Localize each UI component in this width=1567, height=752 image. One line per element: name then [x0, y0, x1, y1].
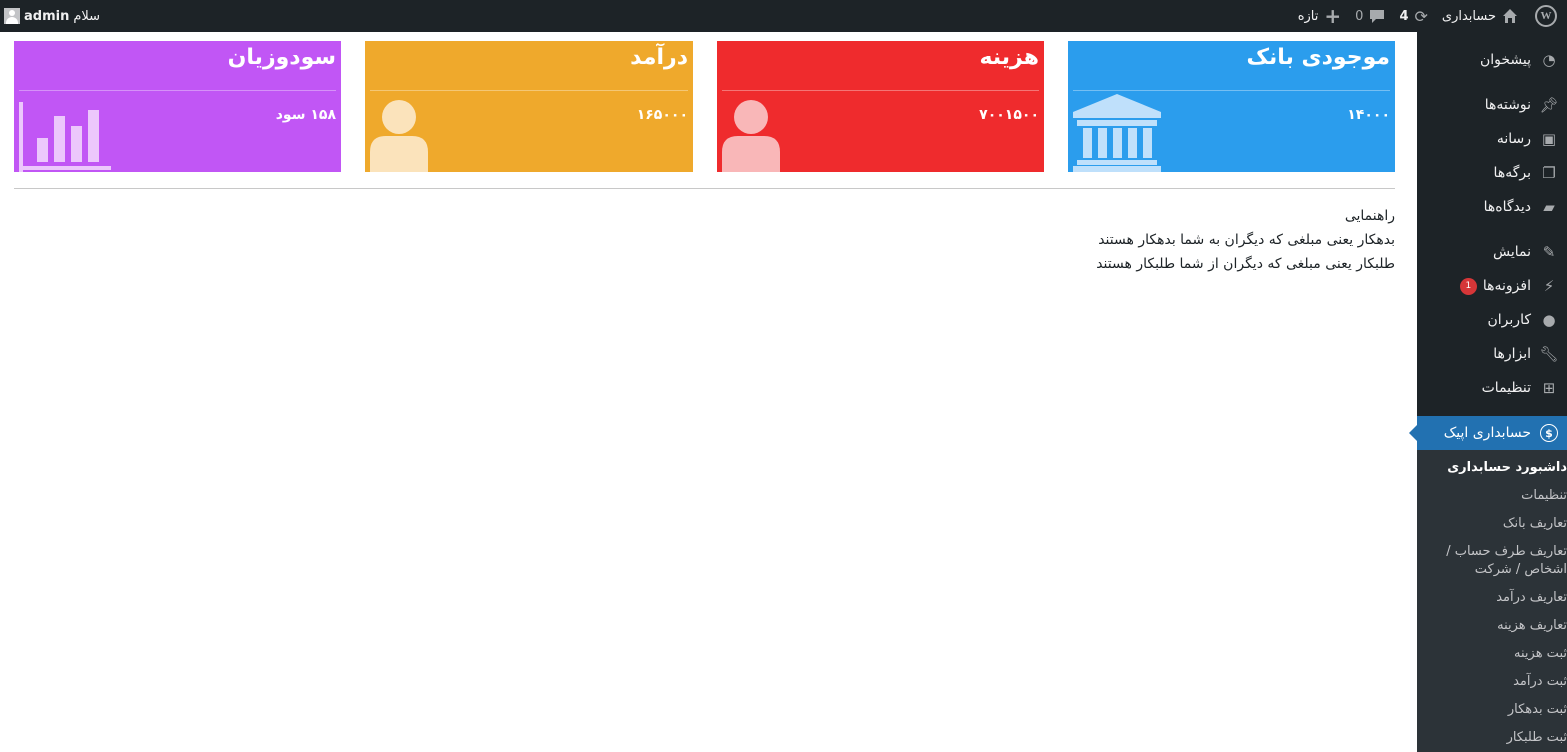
menu-dashboard[interactable]: ◔ پیشخوان: [1417, 43, 1567, 77]
menu-tools[interactable]: 🔧︎ ابزارها: [1417, 337, 1567, 371]
card-title: سودوزیان: [227, 45, 336, 70]
home-icon: [1503, 9, 1517, 23]
bar-chart-icon: [19, 102, 111, 172]
user-icon: [370, 100, 428, 172]
users-icon: ●: [1542, 311, 1556, 329]
media-icon: ▣: [1541, 130, 1557, 148]
content-divider: [14, 188, 1395, 189]
submenu-settings[interactable]: تنظیمات: [1417, 482, 1567, 510]
admin-bar-right: W حسابداری ⟳ 4 0 + تازه: [1291, 0, 1567, 32]
updates-link[interactable]: ⟳ 4: [1392, 0, 1434, 32]
guide-section: راهنمایی بدهکار یعنی مبلغی که دیگران به …: [495, 204, 1395, 276]
guide-creditor-text: طلبکار یعنی مبلغی که دیگران از شما طلبکا…: [1096, 256, 1395, 272]
updates-count: 4: [1399, 8, 1409, 24]
submenu-party-definitions[interactable]: تعاریف طرف حساب / اشخاص / شرکت: [1417, 538, 1567, 584]
comments-icon: ▰: [1543, 198, 1555, 216]
submenu-bank-definitions[interactable]: تعاریف بانک: [1417, 510, 1567, 538]
wp-logo-menu[interactable]: W: [1525, 0, 1567, 32]
card-divider: [722, 90, 1039, 91]
menu-label: دیدگاه‌ها: [1483, 199, 1531, 215]
menu-label: برگه‌ها: [1493, 165, 1531, 181]
guide-heading: راهنمایی: [1344, 208, 1395, 224]
submenu-expense-definitions[interactable]: تعاریف هزینه: [1417, 612, 1567, 640]
card-value: ۱۴۰۰۰: [1347, 107, 1390, 123]
menu-plugins[interactable]: ⚡︎ افزونه‌ها 1: [1417, 269, 1567, 303]
tools-icon: 🔧︎: [1539, 345, 1559, 363]
pages-icon: ❐: [1542, 164, 1556, 182]
submenu-record-creditor[interactable]: ثبت طلبکار: [1417, 724, 1567, 752]
comments-count: 0: [1355, 8, 1364, 24]
income-card: درآمد ۱۶۵۰۰۰: [365, 41, 693, 172]
comments-link[interactable]: 0: [1348, 0, 1392, 32]
menu-pages[interactable]: ❐ برگه‌ها: [1417, 156, 1567, 190]
plugins-icon: ⚡︎: [1543, 277, 1555, 295]
menu-media[interactable]: ▣ رسانه: [1417, 122, 1567, 156]
menu-label: کاربران: [1487, 312, 1531, 328]
card-title: هزینه: [979, 45, 1039, 70]
pin-icon: 📌︎: [1539, 96, 1559, 114]
menu-comments[interactable]: ▰ دیدگاه‌ها: [1417, 190, 1567, 224]
my-account-menu[interactable]: سلام admin: [0, 0, 100, 32]
menu-label: نوشته‌ها: [1484, 97, 1531, 113]
site-name: حسابداری: [1441, 8, 1496, 24]
card-divider: [1073, 90, 1390, 91]
submenu-accounting-dashboard[interactable]: داشبورد حسابداری: [1417, 454, 1567, 482]
menu-appearance[interactable]: ✎ نمایش: [1417, 235, 1567, 269]
wordpress-icon: W: [1535, 5, 1557, 27]
card-value: ۷۰۰۱۵۰۰: [979, 107, 1039, 123]
card-value: ۱۶۵۰۰۰: [636, 107, 688, 123]
username: admin: [24, 8, 70, 24]
menu-label: حسابداری اپیک: [1443, 425, 1531, 441]
card-value: ۱۵۸ سود: [275, 107, 336, 123]
dashboard-icon: ◔: [1542, 51, 1556, 69]
updates-icon: ⟳: [1414, 6, 1428, 26]
accounting-submenu: داشبورد حسابداری تنظیمات تعاریف بانک تعا…: [1417, 450, 1567, 752]
menu-epic-accounting[interactable]: $ حسابداری اپیک: [1409, 416, 1567, 450]
submenu-income-definitions[interactable]: تعاریف درآمد: [1417, 584, 1567, 612]
appearance-icon: ✎: [1542, 243, 1556, 261]
menu-label: افزونه‌ها: [1482, 278, 1531, 294]
card-title: درآمد: [630, 45, 688, 70]
bank-balance-card: موجودی بانک ۱۴۰۰۰: [1068, 41, 1395, 172]
admin-bar: W حسابداری ⟳ 4 0 + تازه سلام admin: [0, 0, 1567, 32]
guide-debtor-text: بدهکار یعنی مبلغی که دیگران به شما بدهکا…: [1098, 232, 1395, 248]
settings-icon: ⊞: [1542, 379, 1556, 397]
submenu-record-expense[interactable]: ثبت هزینه: [1417, 640, 1567, 668]
admin-sidebar: ◔ پیشخوان 📌︎ نوشته‌ها ▣ رسانه ❐ برگه‌ها …: [1409, 32, 1567, 752]
new-label: تازه: [1297, 8, 1319, 24]
bank-icon: [1073, 94, 1161, 172]
menu-label: پیشخوان: [1479, 52, 1531, 68]
submenu-record-debtor[interactable]: ثبت بدهکار: [1417, 696, 1567, 724]
plugins-update-badge: 1: [1459, 277, 1477, 295]
menu-users[interactable]: ● کاربران: [1417, 303, 1567, 337]
menu-label: رسانه: [1496, 131, 1531, 147]
card-divider: [19, 90, 336, 91]
menu-settings[interactable]: ⊞ تنظیمات: [1417, 371, 1567, 405]
user-icon: [722, 100, 780, 172]
greeting-text: سلام: [73, 8, 101, 24]
new-content-link[interactable]: + تازه: [1291, 0, 1348, 32]
menu-label: نمایش: [1492, 244, 1531, 260]
menu-label: ابزارها: [1493, 346, 1531, 362]
expense-card: هزینه ۷۰۰۱۵۰۰: [717, 41, 1044, 172]
plus-icon: +: [1324, 4, 1342, 28]
menu-posts[interactable]: 📌︎ نوشته‌ها: [1417, 88, 1567, 122]
menu-label: تنظیمات: [1481, 380, 1531, 396]
submenu-record-income[interactable]: ثبت درآمد: [1417, 668, 1567, 696]
card-divider: [370, 90, 688, 91]
profit-loss-card: سودوزیان ۱۵۸ سود: [14, 41, 341, 172]
site-name-link[interactable]: حسابداری: [1435, 0, 1525, 32]
dollar-icon: $: [1539, 423, 1559, 443]
card-title: موجودی بانک: [1246, 45, 1390, 70]
comment-icon: [1370, 10, 1385, 23]
avatar: [4, 8, 20, 24]
